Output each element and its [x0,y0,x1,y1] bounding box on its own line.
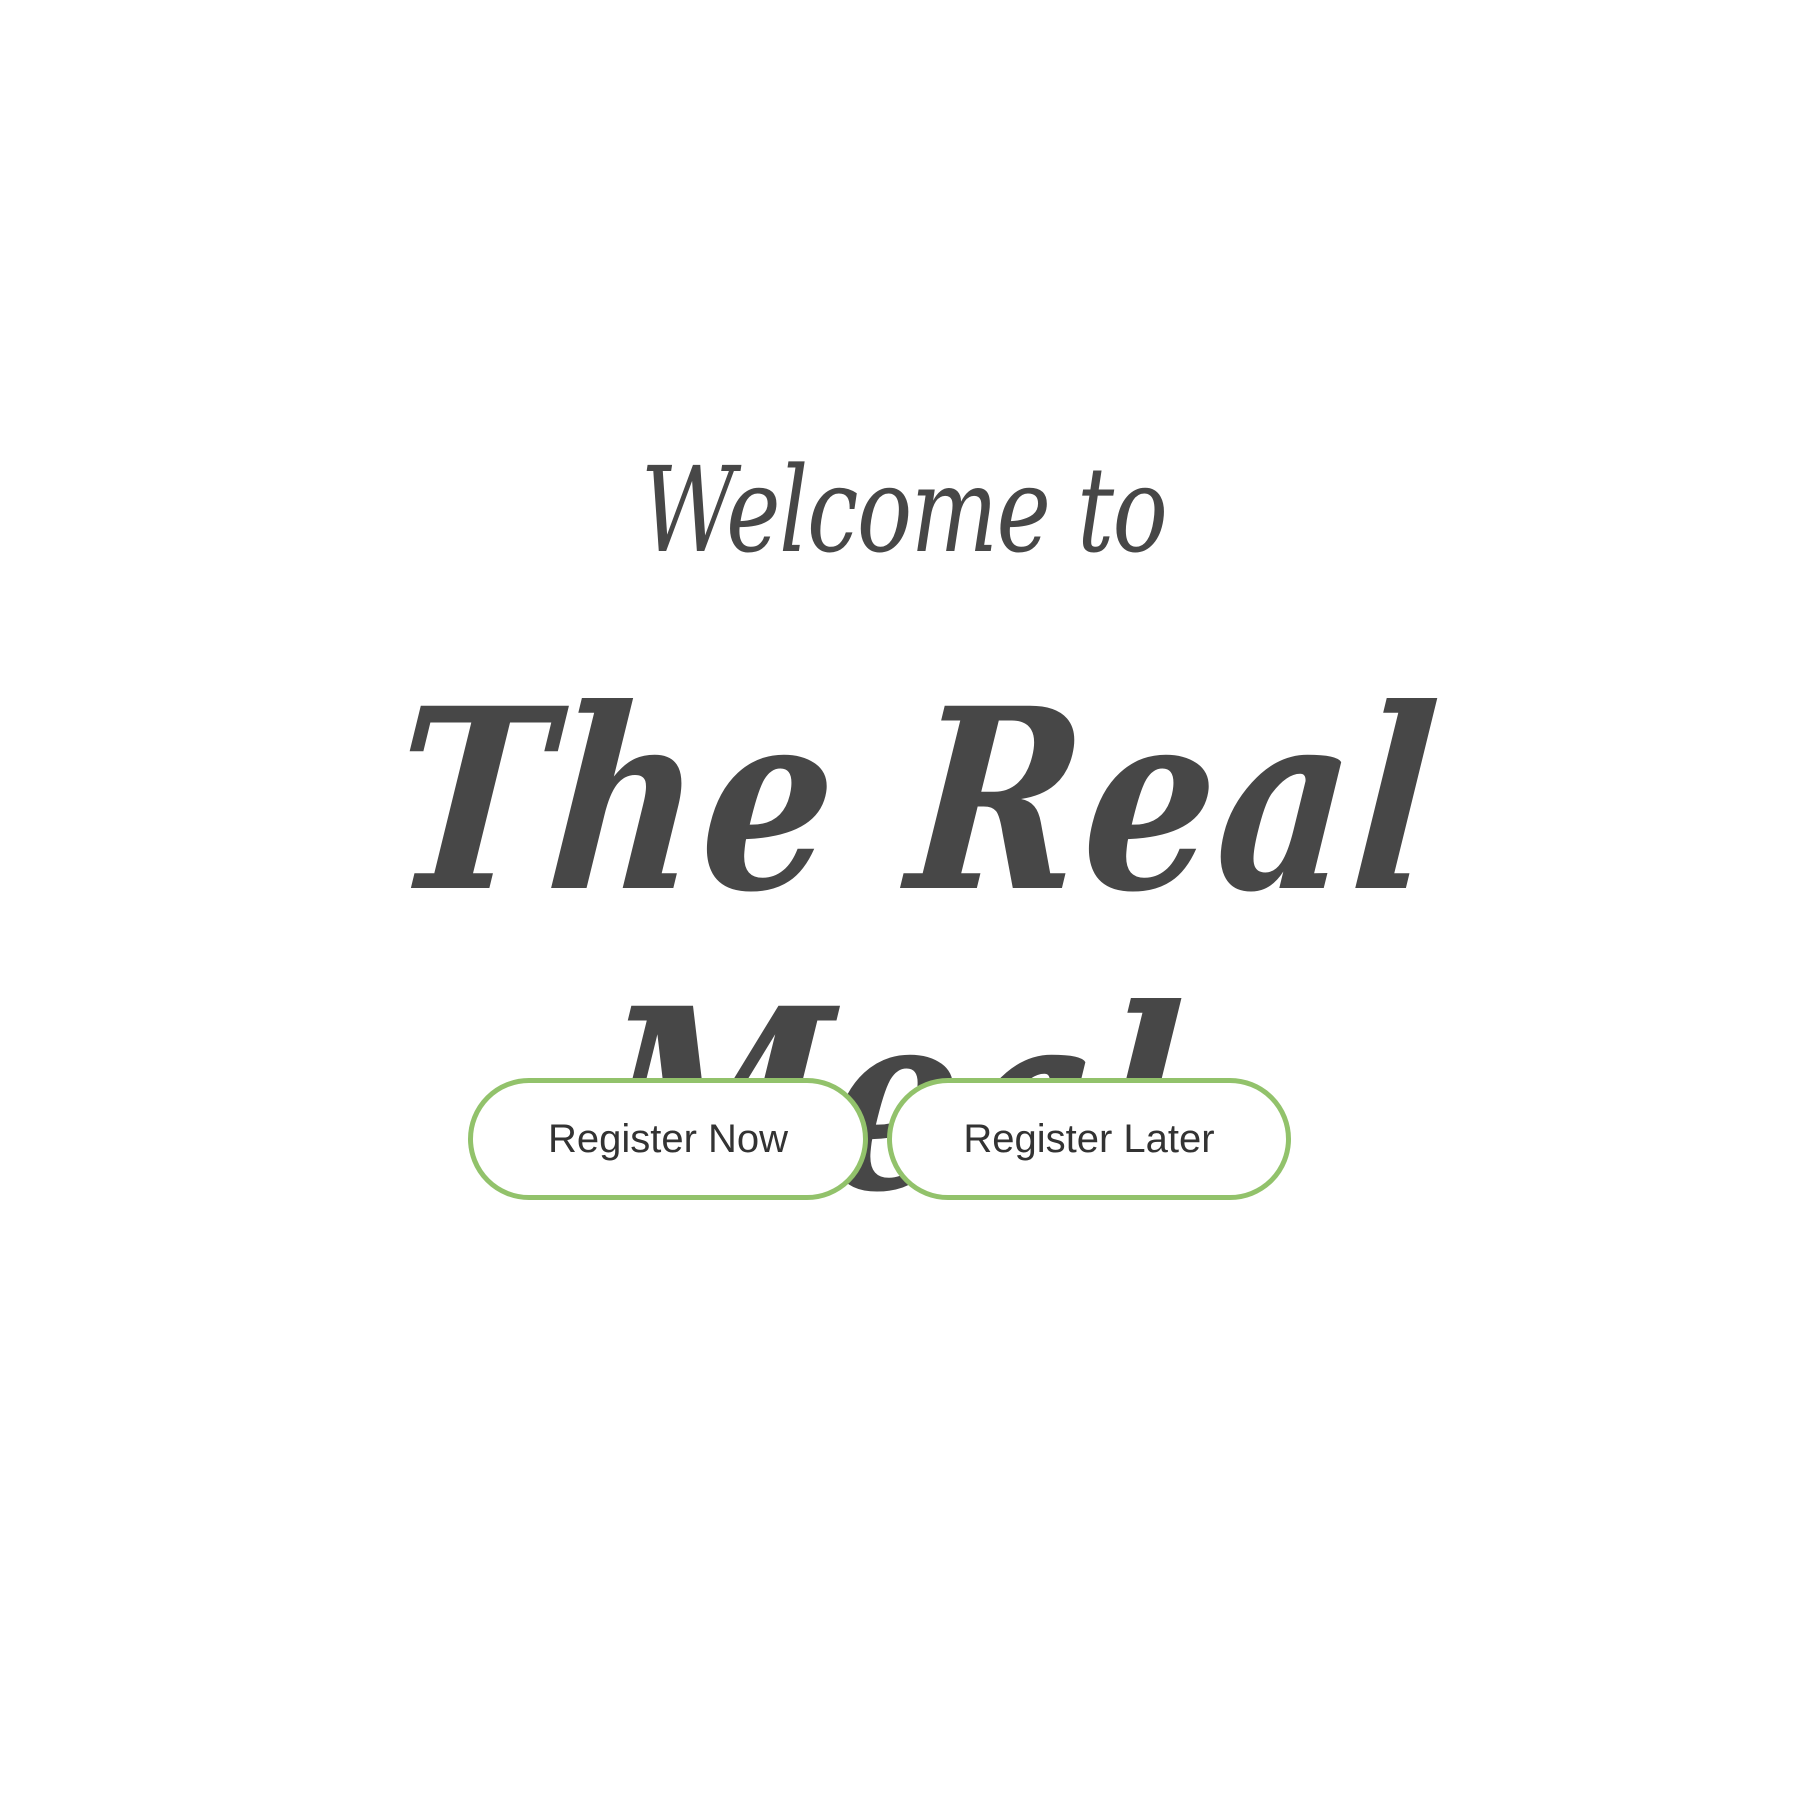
register-later-button[interactable]: Register Later [887,1078,1291,1200]
register-now-button[interactable]: Register Now [468,1078,868,1200]
register-later-label: Register Later [963,1116,1215,1161]
welcome-screen: Welcome to The Real Meal Register Now Re… [0,0,1807,1807]
register-now-label: Register Now [547,1116,789,1161]
welcome-heading: Welcome to [640,441,1168,579]
